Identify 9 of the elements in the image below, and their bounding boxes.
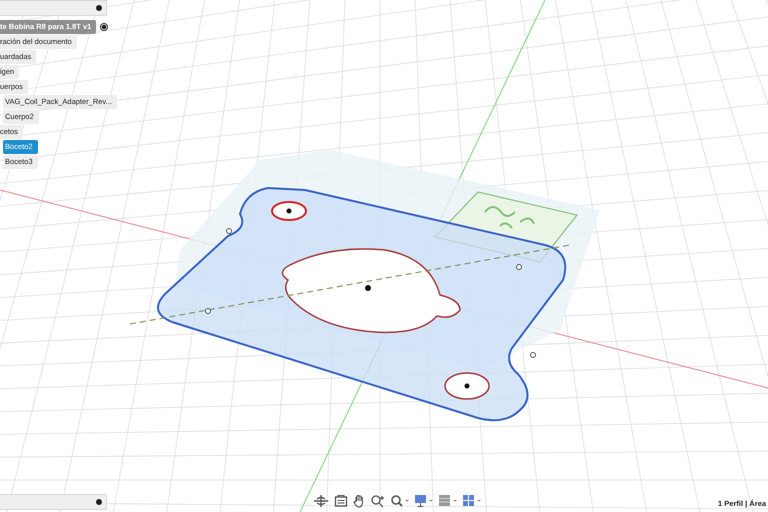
options-icon[interactable] <box>96 499 102 505</box>
camera-icon[interactable] <box>334 494 348 508</box>
display-icon[interactable] <box>414 494 434 508</box>
pan-hand-icon[interactable] <box>352 494 366 508</box>
zoom-icon[interactable] <box>390 494 410 508</box>
zoom-window-icon[interactable] <box>370 494 386 508</box>
viewports-icon[interactable] <box>462 494 482 508</box>
options-icon[interactable] <box>96 5 102 11</box>
orbit-icon[interactable] <box>312 494 330 508</box>
